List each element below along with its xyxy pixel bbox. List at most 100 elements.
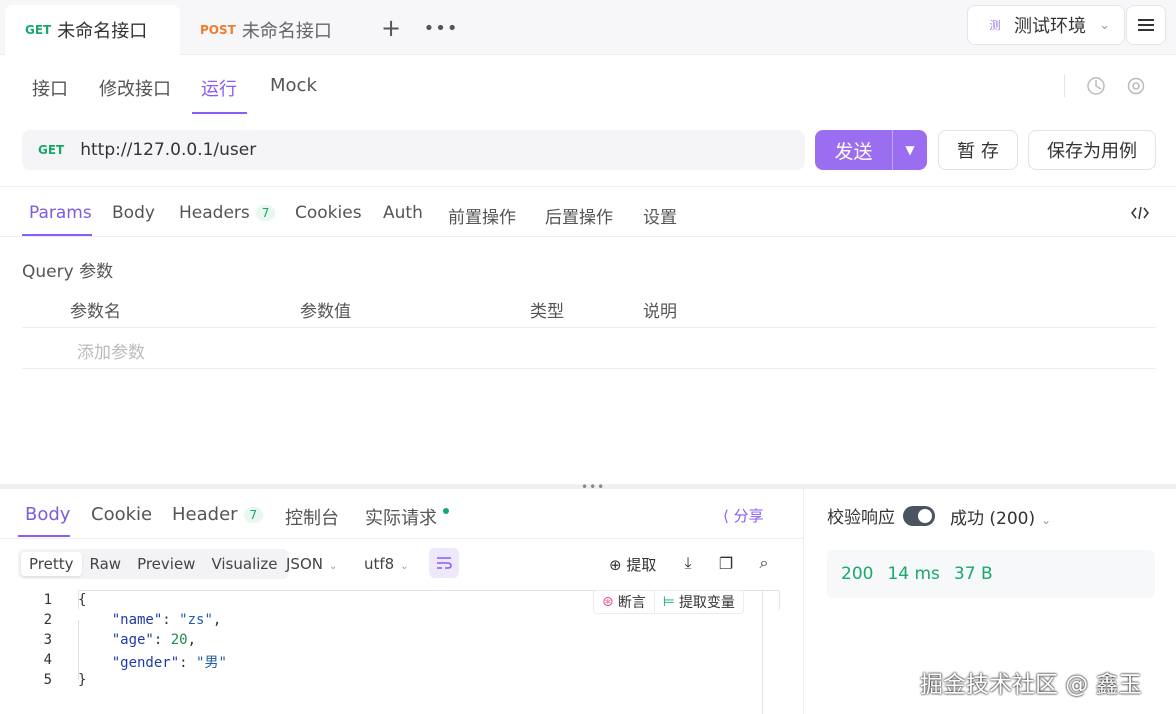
response-time: 14 ms (887, 564, 940, 584)
code-line: "gender": "男" (111, 655, 227, 671)
response-toolbar: Pretty Raw Preview Visualize JSON ⌄ utf8 ⌄… (0, 540, 803, 588)
mode-tabs: 接口 修改接口 运行 Mock (0, 55, 1176, 117)
validate-toggle[interactable] (903, 505, 935, 526)
line-number: 2 (43, 612, 52, 628)
chevron-down-icon[interactable]: ▼ (893, 130, 927, 170)
menu-button[interactable] (1126, 5, 1166, 45)
tab-edit-interface[interactable]: 修改接口 (99, 75, 171, 101)
divider (1064, 75, 1065, 97)
tab-headers[interactable]: Headers 7 (179, 203, 276, 223)
code-line: "name": "zs", (111, 612, 222, 628)
tab-params[interactable]: Params (29, 203, 92, 223)
method-label: POST (200, 23, 236, 37)
response-size: 37 B (953, 564, 993, 584)
line-number: 1 (43, 592, 52, 608)
column-header: 类型 (530, 302, 564, 322)
extract-variable-icon: ⊨ (662, 594, 675, 610)
validate-label: 校验响应 (827, 508, 895, 528)
extract-icon: ⊕ (609, 556, 627, 574)
active-tab-indicator (18, 535, 70, 537)
add-param-input[interactable]: 添加参数 (77, 338, 145, 363)
method-select[interactable]: GET (38, 143, 64, 157)
send-button-label[interactable]: 发送 (815, 130, 893, 170)
format-pretty[interactable]: Pretty (21, 552, 82, 576)
extract-button[interactable]: ⊕ 提取 (609, 554, 656, 575)
editor-action-chips: ⊛ 断言 ⊨ 提取变量 (593, 590, 744, 614)
environment-label: 测试环境 (1014, 16, 1086, 37)
tab-cookies[interactable]: Cookies (295, 203, 362, 223)
status-dot (443, 508, 449, 514)
url-input[interactable]: http://127.0.0.1/user (80, 140, 256, 160)
tab-response-cookie[interactable]: Cookie (91, 504, 152, 525)
tab-body[interactable]: Body (112, 203, 155, 223)
share-icon: ⟨ (723, 507, 734, 525)
encoding-label: utf8 (364, 555, 395, 573)
tab-interface[interactable]: 接口 (32, 75, 68, 101)
copy-icon[interactable]: ❐ (716, 553, 736, 573)
environment-badge-icon: 测 (989, 19, 1001, 32)
code-icon[interactable] (1131, 205, 1149, 221)
format-switch: Pretty Raw Preview Visualize (18, 549, 289, 579)
more-icon[interactable]: ••• (424, 15, 458, 41)
json-value-name: zs (187, 612, 205, 628)
assert-button[interactable]: ⊛ 断言 (594, 591, 654, 613)
request-tab-get[interactable]: GET 未命名接口 (5, 5, 180, 55)
save-as-case-button[interactable]: 保存为用例 (1028, 130, 1156, 170)
tab-mock[interactable]: Mock (270, 75, 317, 96)
tab-settings[interactable]: 设置 (643, 203, 677, 228)
code-line: { (78, 592, 87, 608)
save-temp-button[interactable]: 暂 存 (938, 130, 1018, 170)
add-tab-icon[interactable]: + (378, 14, 404, 42)
tab-pre-operation[interactable]: 前置操作 (448, 203, 516, 228)
request-config-tabs: Params Body Headers 7 Cookies Auth 前置操作 后… (0, 186, 1176, 237)
share-label: 分享 (733, 507, 764, 525)
code-line: "age": 20, (111, 632, 197, 648)
send-button[interactable]: 发送 ▼ (815, 130, 927, 170)
tab-actual-request[interactable]: 实际请求 (365, 504, 449, 530)
tab-response-header[interactable]: Header 7 (172, 504, 264, 525)
divider (803, 489, 804, 714)
tab-auth[interactable]: Auth (383, 203, 423, 223)
format-preview[interactable]: Preview (129, 552, 203, 576)
validate-result-select[interactable]: 成功 (200) ⌄ (950, 504, 1051, 529)
format-raw[interactable]: Raw (82, 552, 130, 576)
encoding-select[interactable]: utf8 ⌄ (364, 555, 409, 573)
search-icon[interactable]: ⌕ (754, 553, 774, 573)
extract-variable-button[interactable]: ⊨ 提取变量 (653, 591, 743, 613)
wrap-lines-button[interactable] (429, 548, 459, 578)
menu-icon (1138, 19, 1154, 31)
table-row: 添加参数 (22, 328, 1156, 369)
settings-icon[interactable] (1126, 76, 1146, 96)
header-count-badge: 7 (243, 507, 264, 523)
status-code: 200 (841, 564, 874, 584)
params-table-header: 参数名 参数值 类型 说明 (22, 288, 1156, 328)
language-label: JSON (286, 555, 323, 573)
url-bar[interactable]: GET http://127.0.0.1/user (22, 130, 805, 170)
active-tab-indicator (22, 234, 92, 236)
validate-response: 校验响应 (827, 503, 935, 528)
request-tab-title: 未命名接口 (241, 21, 332, 42)
request-tab-bar: GET 未命名接口 POST 未命名接口 + ••• 测 测试环境 ⌄ (0, 0, 1176, 55)
query-params-title: Query 参数 (22, 262, 114, 282)
tab-run[interactable]: 运行 (201, 75, 237, 101)
json-value-age: 20 (170, 632, 188, 648)
download-icon[interactable]: ⤓ (678, 553, 698, 573)
line-number: 3 (43, 632, 52, 648)
tab-response-body[interactable]: Body (25, 504, 70, 525)
format-visualize[interactable]: Visualize (203, 552, 285, 576)
language-select[interactable]: JSON ⌄ (286, 555, 337, 573)
history-icon[interactable] (1086, 76, 1106, 96)
request-tab-post[interactable]: POST 未命名接口 (180, 5, 360, 55)
tab-headers-label: Headers (179, 203, 250, 223)
tab-console[interactable]: 控制台 (285, 504, 339, 530)
tab-response-header-label: Header (172, 504, 238, 525)
column-header: 参数名 (70, 302, 121, 322)
tab-post-operation[interactable]: 后置操作 (545, 203, 613, 228)
watermark: 掘金技术社区 @ 鑫玉 (920, 672, 1142, 698)
environment-select[interactable]: 测 测试环境 ⌄ (967, 5, 1125, 45)
share-button[interactable]: ⟨ 分享 (723, 505, 764, 526)
extract-label: 提取 (626, 556, 657, 574)
method-label: GET (25, 23, 52, 37)
chevron-down-icon: ⌄ (1041, 513, 1052, 527)
active-tab-indicator (192, 112, 247, 114)
